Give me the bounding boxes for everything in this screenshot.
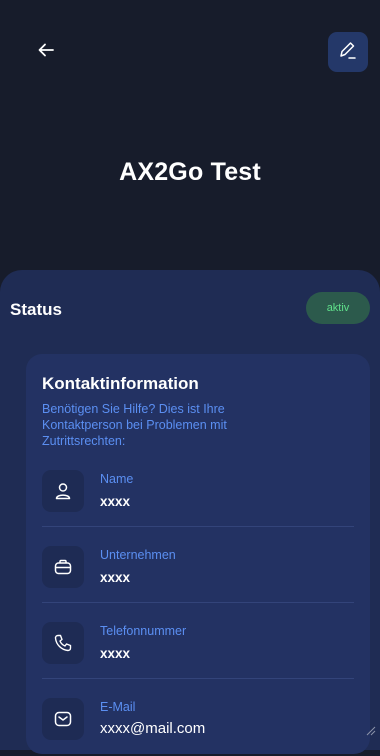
contact-label: Telefonnummer xyxy=(100,624,187,638)
divider xyxy=(42,602,354,603)
contact-value: xxxx xyxy=(100,570,131,585)
mail-icon[interactable] xyxy=(42,698,84,740)
status-badge: aktiv xyxy=(306,292,370,324)
phone-icon[interactable] xyxy=(42,622,84,664)
contact-label: E-Mail xyxy=(100,700,136,714)
detail-sheet: Status aktiv Kontaktinformation Benötige… xyxy=(0,270,380,754)
arrow-left-icon xyxy=(37,41,55,64)
contact-row-phone: Telefonnummer xxxx xyxy=(42,606,354,680)
contact-row-name: Name xxxx xyxy=(42,454,354,528)
contact-row-company: Unternehmen xxxx xyxy=(42,530,354,604)
contact-label: Unternehmen xyxy=(100,548,176,562)
edit-button[interactable] xyxy=(328,32,368,72)
top-bar xyxy=(0,0,380,100)
contact-card: Kontaktinformation Benötigen Sie Hilfe? … xyxy=(26,354,370,754)
resize-handle-icon xyxy=(364,723,376,741)
briefcase-icon xyxy=(42,546,84,588)
divider xyxy=(42,526,354,527)
contact-value[interactable]: xxxx@mail.com xyxy=(100,720,205,737)
contact-label: Name xyxy=(100,472,134,486)
pencil-icon xyxy=(337,39,359,66)
contact-subtitle: Benötigen Sie Hilfe? Dies ist Ihre Konta… xyxy=(42,402,227,448)
back-button[interactable] xyxy=(30,36,62,68)
contact-title: Kontaktinformation xyxy=(42,374,199,393)
contact-value[interactable]: xxxx xyxy=(100,646,130,661)
status-label: Status xyxy=(10,300,62,319)
divider xyxy=(42,678,354,679)
person-icon xyxy=(42,470,84,512)
contact-value: xxxx xyxy=(100,494,131,509)
page-title: AX2Go Test xyxy=(119,158,261,186)
